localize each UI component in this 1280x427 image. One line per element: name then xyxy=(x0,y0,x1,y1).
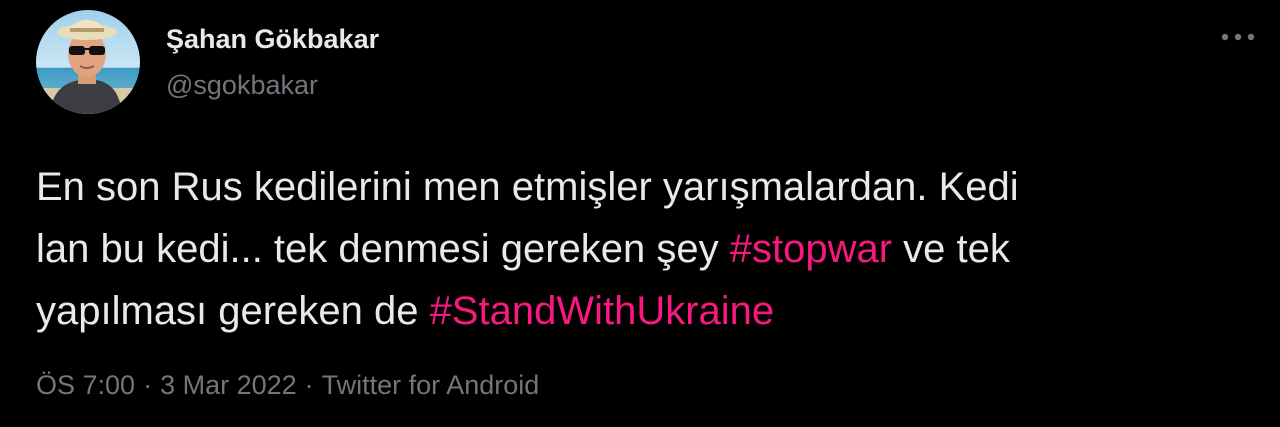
tweet-text-line-1: En son Rus kedilerini men etmişler yarış… xyxy=(36,165,1019,209)
tweet-text-segment: ve tek xyxy=(892,227,1010,271)
author-handle[interactable]: @sgokbakar xyxy=(166,68,379,102)
author-info: Şahan Gökbakar @sgokbakar xyxy=(166,22,379,102)
hashtag-stopwar-link[interactable]: #stopwar xyxy=(730,227,892,271)
author-display-name[interactable]: Şahan Gökbakar xyxy=(166,22,379,56)
tweet-date-link[interactable]: 3 Mar 2022 xyxy=(160,370,297,400)
avatar[interactable] xyxy=(36,10,140,114)
tweet-source-link[interactable]: Twitter for Android xyxy=(322,370,540,400)
tweet-card: Şahan Gökbakar @sgokbakar En son Rus ked… xyxy=(0,0,1280,427)
meta-separator: · xyxy=(143,370,153,400)
tweet-text-segment: lan bu kedi... tek denmesi gereken şey xyxy=(36,227,730,271)
more-horizontal-icon xyxy=(1221,33,1255,41)
more-options-button[interactable] xyxy=(1218,22,1258,52)
meta-separator: · xyxy=(304,370,314,400)
tweet-text-line-2: lan bu kedi... tek denmesi gereken şey #… xyxy=(36,218,1256,280)
tweet-meta: ÖS 7:00 · 3 Mar 2022 · Twitter for Android xyxy=(36,368,539,402)
avatar-photo xyxy=(36,10,140,114)
tweet-text-segment: yapılması gereken de xyxy=(36,289,430,333)
tweet-text: En son Rus kedilerini men etmişler yarış… xyxy=(36,156,1256,342)
tweet-time-link[interactable]: ÖS 7:00 xyxy=(36,370,135,400)
hashtag-standwithukraine-link[interactable]: #StandWithUkraine xyxy=(430,289,775,333)
tweet-text-line-3: yapılması gereken de #StandWithUkraine xyxy=(36,280,1256,342)
